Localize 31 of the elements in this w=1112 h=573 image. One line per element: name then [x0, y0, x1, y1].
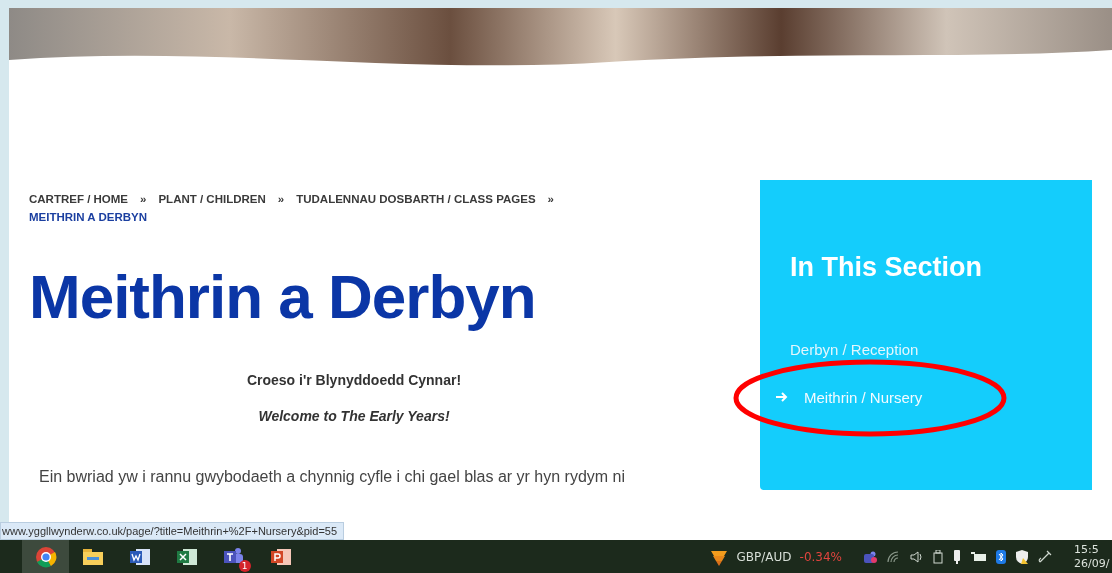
arrow-icon — [776, 392, 788, 402]
welcome-subheading: Welcome to The Early Years! — [258, 408, 450, 424]
section-heading: In This Section — [790, 252, 984, 283]
clock-date[interactable]: 26/09/ — [1074, 556, 1110, 571]
intro-paragraph: Ein bwriad yw i rannu gwybodaeth a chynnig cyfle i chi gael blas ar yr hyn rydym ni — [39, 468, 627, 486]
currency-change: -0.34% — [799, 549, 842, 564]
breadcrumb-separator: » — [277, 192, 285, 207]
presentation-app-icon[interactable] — [270, 547, 291, 566]
spreadsheet-app-icon[interactable] — [176, 547, 197, 566]
page-title: Meithrin a Derbyn — [29, 262, 537, 332]
browser-icon[interactable] — [34, 545, 57, 568]
clock-time[interactable]: 15:5 — [1074, 542, 1099, 557]
bluetooth-icon[interactable] — [996, 549, 1006, 564]
usb-drive-icon[interactable] — [933, 549, 943, 564]
status-url: www.yggllwynderw.co.uk/page/?title=Meithrin+%2F+Nursery&pid=55 — [0, 522, 345, 540]
phone-icon[interactable] — [952, 549, 962, 564]
chat-tray-icon[interactable] — [864, 550, 878, 563]
document-app-icon[interactable] — [129, 547, 150, 566]
currency-pair: GBP/AUD — [736, 549, 792, 564]
speaker-icon[interactable] — [910, 550, 924, 563]
breadcrumb-link[interactable]: CARTREF / HOME — [29, 190, 129, 208]
welcome-heading: Croeso i'r Blynyddoedd Cynnar! — [246, 372, 462, 388]
shield-icon[interactable] — [1015, 549, 1029, 564]
breadcrumb-link[interactable]: TUDALENNAU DOSBARTH / CLASS PAGES — [296, 190, 536, 208]
breadcrumb-separator: » — [547, 192, 554, 207]
battery-icon[interactable] — [971, 551, 987, 562]
breadcrumb-link[interactable]: PLANT / CHILDREN — [158, 190, 266, 208]
wifi-icon[interactable] — [887, 550, 901, 563]
pen-icon[interactable] — [1038, 549, 1052, 564]
breadcrumb-separator: » — [140, 192, 147, 207]
folder-icon[interactable] — [82, 548, 103, 565]
